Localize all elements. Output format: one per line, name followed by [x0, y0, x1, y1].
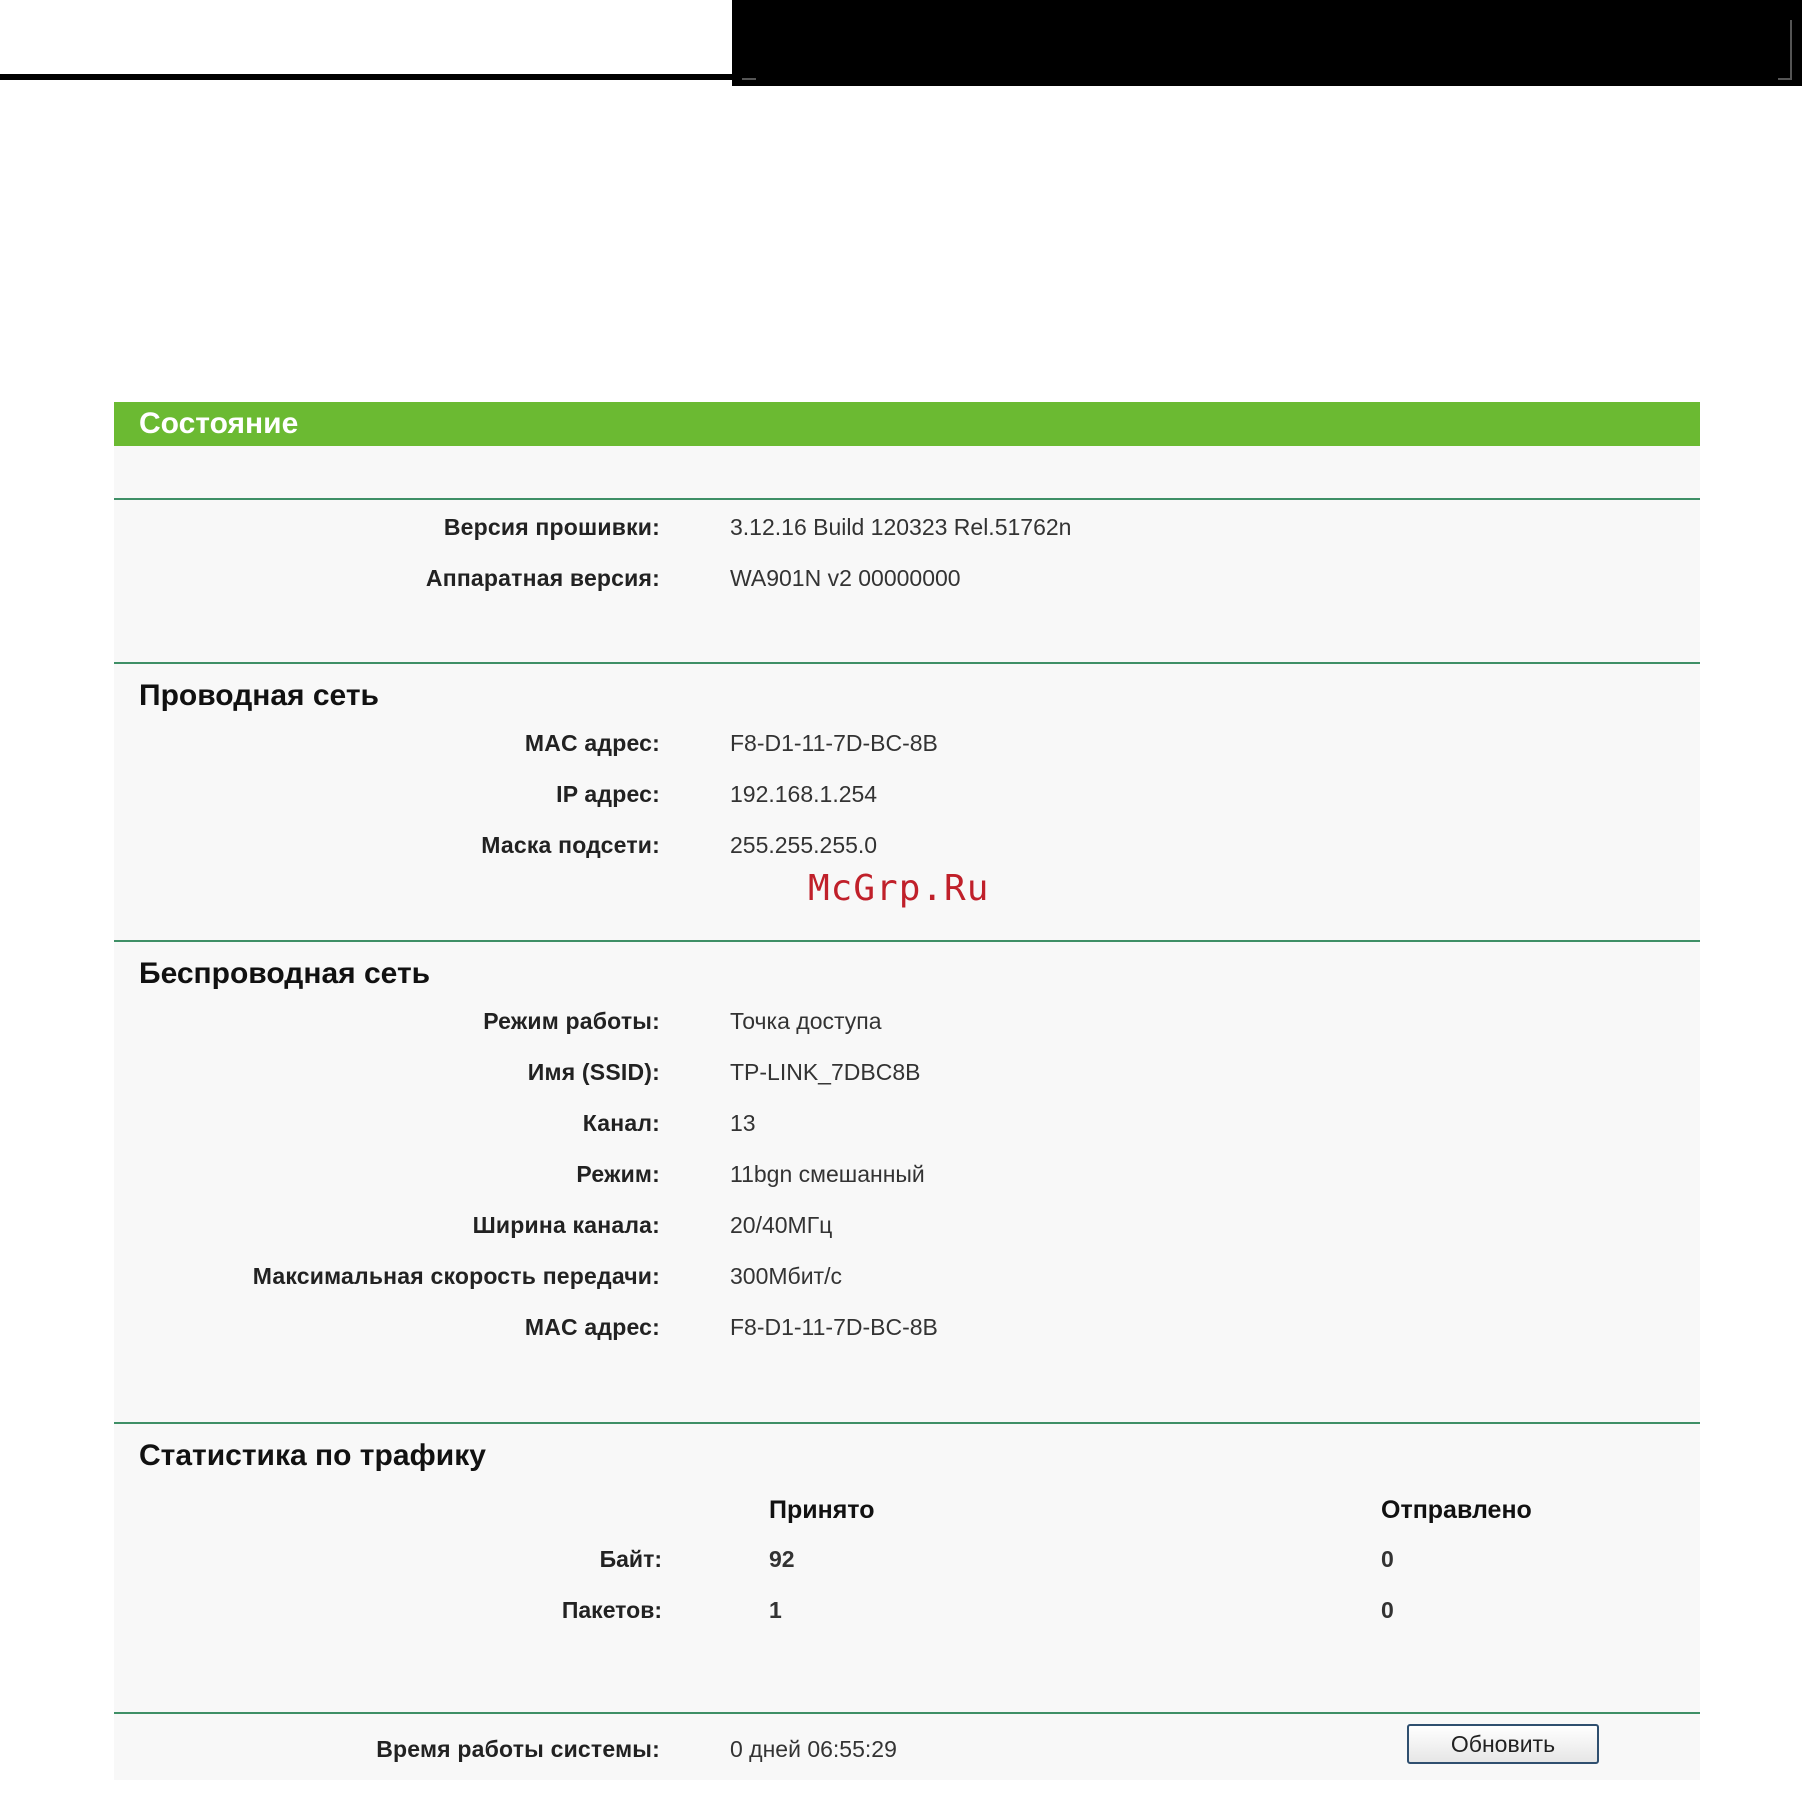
wired-mac-label: MAC адрес:: [524, 730, 660, 756]
wireless-row: Канал: 13: [114, 1110, 1700, 1161]
wireless-row: Имя (SSID): TP-LINK_7DBC8B: [114, 1059, 1700, 1110]
traffic-sent-value: 0: [1381, 1546, 1394, 1572]
wireless-value: 13: [730, 1110, 756, 1136]
wireless-value: F8-D1-11-7D-BC-8B: [730, 1314, 938, 1340]
traffic-row-label: Пакетов:: [561, 1597, 662, 1623]
traffic-header-row: Принято Отправлено: [114, 1496, 1700, 1546]
wireless-row: Максимальная скорость передачи: 300Мбит/…: [114, 1263, 1700, 1314]
wired-mask-value: 255.255.255.0: [730, 832, 878, 858]
corner-mark-left: [742, 78, 756, 80]
wireless-value: TP-LINK_7DBC8B: [730, 1059, 921, 1085]
wireless-label: Режим:: [576, 1161, 660, 1187]
firmware-section: Версия прошивки: 3.12.16 Build 120323 Re…: [114, 498, 1700, 662]
wireless-label: Ширина канала:: [472, 1212, 660, 1238]
traffic-row: Пакетов: 1 0: [114, 1597, 1700, 1648]
firmware-row: Версия прошивки: 3.12.16 Build 120323 Re…: [114, 514, 1700, 565]
firmware-label: Версия прошивки:: [443, 514, 660, 540]
traffic-received-value: 92: [769, 1546, 795, 1572]
top-band: [0, 0, 1802, 90]
sent-column-header: Отправлено: [1381, 1496, 1532, 1524]
wired-mac-row: MAC адрес: F8-D1-11-7D-BC-8B: [114, 730, 1700, 781]
wireless-label: Режим работы:: [483, 1008, 660, 1034]
top-black-bar: [732, 0, 1802, 86]
wireless-label: MAC адрес:: [524, 1314, 660, 1340]
title-spacer: [114, 446, 1700, 498]
uptime-section: Время работы системы: 0 дней 06:55:29 Об…: [114, 1712, 1700, 1794]
top-white-area: [0, 0, 732, 80]
wireless-label: Максимальная скорость передачи:: [252, 1263, 660, 1289]
received-column-header: Принято: [769, 1496, 875, 1524]
traffic-heading: Статистика по трафику: [139, 1439, 486, 1472]
wired-ip-row: IP адрес: 192.168.1.254: [114, 781, 1700, 832]
wireless-row: MAC адрес: F8-D1-11-7D-BC-8B: [114, 1314, 1700, 1365]
traffic-row-label: Байт:: [599, 1546, 662, 1572]
uptime-value: 0 дней 06:55:29: [730, 1736, 897, 1762]
hardware-value: WA901N v2 00000000: [730, 565, 961, 591]
traffic-row: Байт: 92 0: [114, 1546, 1700, 1597]
traffic-sent-value: 0: [1381, 1597, 1394, 1623]
wired-ip-label: IP адрес:: [556, 781, 660, 807]
hardware-label: Аппаратная версия:: [425, 565, 660, 591]
wireless-value: 11bgn смешанный: [730, 1161, 925, 1187]
wireless-label: Имя (SSID):: [527, 1059, 660, 1085]
firmware-value: 3.12.16 Build 120323 Rel.51762n: [730, 514, 1072, 540]
wired-mac-value: F8-D1-11-7D-BC-8B: [730, 730, 938, 756]
wired-mask-label: Маска подсети:: [481, 832, 660, 858]
page-title: Состояние: [114, 402, 1700, 446]
wireless-heading: Беспроводная сеть: [139, 957, 431, 990]
watermark: McGrp.Ru: [808, 868, 990, 909]
uptime-label: Время работы системы:: [376, 1736, 660, 1762]
wireless-value: Точка доступа: [730, 1008, 882, 1034]
wireless-row: Режим: 11bgn смешанный: [114, 1161, 1700, 1212]
corner-mark-right: [1790, 20, 1792, 80]
wireless-value: 300Мбит/с: [730, 1263, 842, 1289]
hardware-row: Аппаратная версия: WA901N v2 00000000: [114, 565, 1700, 616]
wireless-label: Канал:: [582, 1110, 660, 1136]
wireless-row: Режим работы: Точка доступа: [114, 1008, 1700, 1059]
traffic-received-value: 1: [769, 1597, 782, 1623]
wired-ip-value: 192.168.1.254: [730, 781, 878, 807]
refresh-button[interactable]: Обновить: [1407, 1724, 1599, 1764]
status-panel: Состояние Версия прошивки: 3.12.16 Build…: [114, 402, 1700, 1780]
wireless-section: Беспроводная сеть Режим работы: Точка до…: [114, 940, 1700, 1422]
wireless-value: 20/40МГц: [730, 1212, 833, 1238]
wireless-row: Ширина канала: 20/40МГц: [114, 1212, 1700, 1263]
corner-mark-right-bottom: [1778, 78, 1792, 80]
wired-heading: Проводная сеть: [139, 679, 379, 712]
traffic-section: Статистика по трафику Принято Отправлено…: [114, 1422, 1700, 1712]
